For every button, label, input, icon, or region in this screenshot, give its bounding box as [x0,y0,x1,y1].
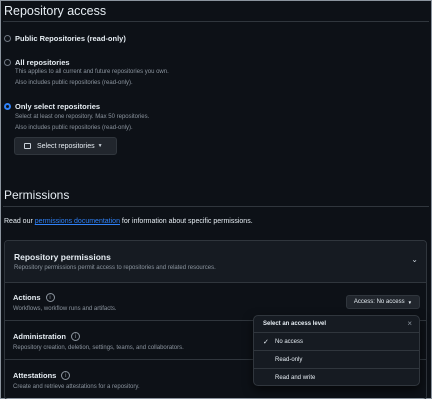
check-icon: ✓ [263,338,269,346]
info-icon[interactable]: i [61,371,71,380]
access-level-button[interactable]: Access: No access ▼ [346,295,420,309]
menu-item-read-write[interactable]: Read and write [254,369,419,387]
perm-desc: Repository creation, deletion, settings,… [13,345,184,351]
menu-item-label: Read and write [275,375,316,381]
menu-item-label: Read-only [275,356,303,363]
divider [3,206,429,207]
menu-item-no-access[interactable]: ✓ No access [254,333,419,351]
perm-desc: Workflows, workflow runs and artifacts. [13,306,117,312]
radio-circle[interactable] [4,35,11,42]
perm-name: Attestations [13,371,57,380]
option-desc: Select at least one repository. Max 50 r… [15,114,150,120]
menu-item-label: No access [275,338,304,345]
perm-actions: Actions i Workflows, workflow runs and ar… [13,293,117,312]
caret-down-icon: ▼ [407,299,413,305]
access-level-label: Access: No access [353,299,405,305]
perm-name: Actions [13,293,41,302]
info-icon[interactable]: i [70,332,80,341]
radio-label: Public Repositories (read-only) [15,34,126,43]
option-desc: Also includes public repositories (read-… [15,125,133,131]
repo-permissions-title: Repository permissions [14,252,111,262]
divider [3,21,429,22]
option-desc: Also includes public repositories (read-… [15,80,133,86]
radio-circle[interactable] [4,59,11,66]
perm-attestations: Attestations i Create and retrieve attest… [13,371,140,390]
perm-name: Administration [13,332,66,341]
permissions-doc-link[interactable]: permissions documentation [35,218,120,225]
radio-all[interactable]: All repositories [4,58,70,67]
close-icon[interactable]: × [407,319,412,328]
option-desc: This applies to all current and future r… [15,69,169,75]
menu-title: Select an access level [263,321,327,327]
radio-public[interactable]: Public Repositories (read-only) [4,34,126,43]
radio-label: All repositories [15,58,70,67]
chevron-down-icon[interactable]: ⌄ [411,255,418,264]
read-suffix: for information about specific permissio… [119,218,253,225]
radio-label: Only select repositories [15,102,101,111]
radio-select[interactable]: Only select repositories [4,102,100,111]
select-repositories-button[interactable]: Select repositories ▼ [14,137,117,155]
caret-down-icon: ▼ [97,143,103,149]
menu-header: Select an access level × [254,316,419,333]
perm-administration: Administration i Repository creation, del… [13,332,184,351]
repo-permissions-header[interactable]: Repository permissions Repository permis… [5,241,426,283]
repo-access-title: Repository access [4,4,107,18]
menu-item-read-only[interactable]: Read-only [254,351,419,369]
perm-desc: Create and retrieve attestations for a r… [13,384,140,390]
repo-icon [24,143,31,149]
permissions-info: Read our permissions documentation for i… [4,218,253,225]
permissions-title: Permissions [4,188,70,202]
read-prefix: Read our [4,218,35,225]
info-icon[interactable]: i [45,293,55,302]
repo-permissions-desc: Repository permissions permit access to … [14,265,216,271]
access-level-menu: Select an access level × ✓ No access Rea… [253,315,420,386]
select-repositories-label: Select repositories [37,142,95,150]
radio-circle-selected[interactable] [4,103,11,110]
